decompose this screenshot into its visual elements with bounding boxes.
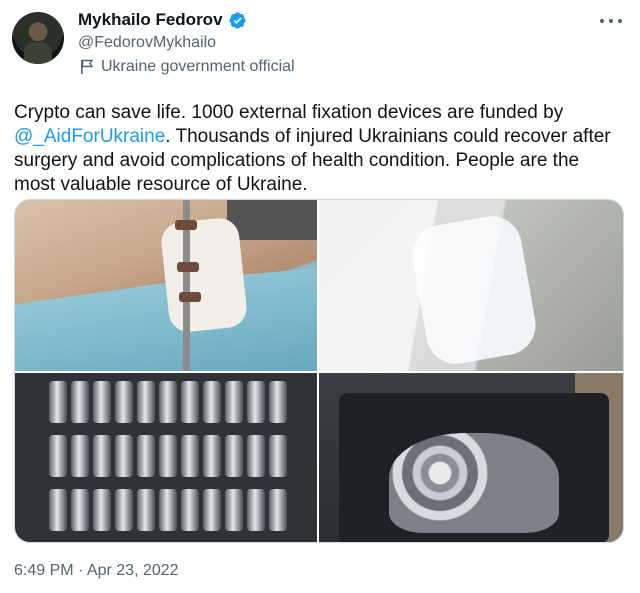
part-cylinder: [159, 381, 177, 423]
part-cylinder: [181, 489, 199, 531]
part-cylinder: [49, 489, 67, 531]
part-cylinder: [49, 435, 67, 477]
part-cylinder: [159, 489, 177, 531]
part-cylinder: [181, 381, 199, 423]
tweet-text-part-1: Crypto can save life. 1000 external fixa…: [14, 102, 564, 123]
verified-badge-icon: [228, 11, 247, 30]
part-cylinder: [247, 381, 265, 423]
part-cylinder: [203, 489, 221, 531]
more-options-icon[interactable]: [600, 16, 622, 26]
part-cylinder: [181, 435, 199, 477]
part-cylinder: [137, 381, 155, 423]
part-cylinder: [137, 435, 155, 477]
affiliation-text: Ukraine government official: [101, 58, 295, 75]
part-cylinder: [49, 381, 67, 423]
author-name-row: Mykhailo Fedorov: [78, 10, 247, 30]
part-cylinder: [225, 435, 243, 477]
part-cylinder: [225, 381, 243, 423]
mention-link[interactable]: @_AidForUkraine: [14, 126, 165, 147]
part-cylinder: [269, 435, 287, 477]
part-cylinder: [159, 435, 177, 477]
part-cylinder: [93, 489, 111, 531]
photo-arm-fixator[interactable]: [15, 200, 317, 371]
part-cylinder: [71, 489, 89, 531]
part-cylinder: [203, 381, 221, 423]
part-cylinder: [93, 435, 111, 477]
author-name[interactable]: Mykhailo Fedorov: [78, 10, 223, 30]
tweet-timestamp[interactable]: 6:49 PM · Apr 23, 2022: [14, 562, 179, 580]
part-cylinder: [269, 381, 287, 423]
part-cylinder: [137, 489, 155, 531]
part-cylinder: [247, 435, 265, 477]
photo-arm-gauze[interactable]: [319, 200, 623, 371]
author-avatar[interactable]: [12, 12, 64, 64]
part-cylinder: [203, 435, 221, 477]
photo-parts-crate[interactable]: [319, 373, 623, 542]
photo-parts-rows[interactable]: [15, 373, 317, 542]
part-cylinder: [225, 489, 243, 531]
affiliation-label: Ukraine government official: [80, 58, 295, 76]
part-cylinder: [71, 381, 89, 423]
author-handle[interactable]: @FedorovMykhailo: [78, 34, 216, 52]
part-cylinder: [269, 489, 287, 531]
part-cylinder: [71, 435, 89, 477]
part-cylinder: [247, 489, 265, 531]
part-cylinder: [93, 381, 111, 423]
tweet-text: Crypto can save life. 1000 external fixa…: [14, 101, 614, 197]
part-cylinder: [115, 489, 133, 531]
part-cylinder: [115, 381, 133, 423]
part-cylinder: [115, 435, 133, 477]
media-grid: [14, 199, 624, 543]
flag-icon: [80, 59, 94, 75]
